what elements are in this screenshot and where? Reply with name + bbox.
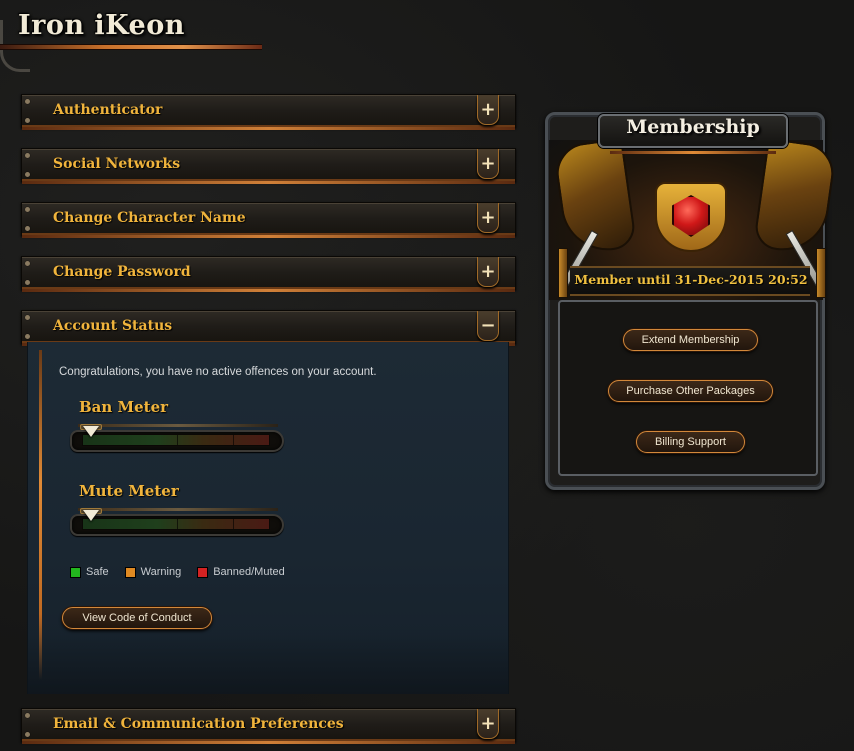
accordion-change-character-name[interactable]: Change Character Name + bbox=[21, 202, 516, 238]
expand-icon[interactable]: + bbox=[477, 149, 499, 179]
accordion-email-preferences[interactable]: Email & Communication Preferences + bbox=[21, 708, 516, 744]
meter-divider bbox=[177, 519, 178, 529]
expand-icon[interactable]: + bbox=[477, 709, 499, 739]
player-name-title: Iron iKeon bbox=[18, 10, 185, 41]
meter-divider bbox=[177, 435, 178, 445]
rivet-icon bbox=[25, 153, 30, 158]
accordion-label: Account Status bbox=[53, 318, 173, 334]
legend-item-banned: Banned/Muted bbox=[197, 566, 285, 578]
rivet-icon bbox=[25, 261, 30, 266]
view-code-of-conduct-button[interactable]: View Code of Conduct bbox=[62, 607, 212, 629]
status-message: Congratulations, you have no active offe… bbox=[59, 366, 377, 378]
rivet-icon bbox=[25, 172, 30, 177]
mute-meter-title: Mute Meter bbox=[79, 482, 179, 500]
meter-divider bbox=[233, 519, 234, 529]
meter-topline bbox=[78, 424, 278, 427]
meter-marker-icon bbox=[83, 510, 99, 521]
meter-marker-icon bbox=[83, 426, 99, 437]
accordion-account-status[interactable]: Account Status − bbox=[21, 310, 516, 346]
accordion-label: Change Character Name bbox=[53, 210, 246, 226]
accordion-change-password[interactable]: Change Password + bbox=[21, 256, 516, 292]
meter-track bbox=[82, 434, 270, 446]
rivet-icon bbox=[25, 280, 30, 285]
accordion-label: Authenticator bbox=[53, 102, 163, 118]
warning-swatch bbox=[124, 566, 136, 578]
legend-item-warning: Warning bbox=[124, 566, 182, 578]
expand-icon[interactable]: + bbox=[477, 95, 499, 125]
purchase-other-packages-button[interactable]: Purchase Other Packages bbox=[608, 380, 773, 402]
legend-label: Banned/Muted bbox=[213, 566, 285, 578]
rivet-icon bbox=[25, 334, 30, 339]
accordion-label: Email & Communication Preferences bbox=[53, 716, 344, 732]
frame-post bbox=[816, 248, 826, 298]
expand-icon[interactable]: + bbox=[477, 203, 499, 233]
legend-label: Safe bbox=[86, 566, 109, 578]
member-until-text: Member until 31-Dec-2015 20:52 bbox=[574, 272, 808, 287]
meter-legend: Safe Warning Banned/Muted bbox=[70, 566, 285, 578]
meter-topline bbox=[78, 508, 278, 511]
panel-rail bbox=[39, 350, 42, 680]
membership-title: Membership bbox=[626, 116, 760, 138]
rivet-icon bbox=[25, 226, 30, 231]
rivet-icon bbox=[25, 118, 30, 123]
safe-swatch bbox=[70, 566, 81, 578]
billing-support-button[interactable]: Billing Support bbox=[636, 431, 745, 453]
accordion-authenticator[interactable]: Authenticator + bbox=[21, 94, 516, 130]
header-banner: Iron iKeon bbox=[0, 0, 270, 72]
ban-meter-title: Ban Meter bbox=[79, 398, 169, 416]
expand-icon[interactable]: + bbox=[477, 257, 499, 287]
accordion-social-networks[interactable]: Social Networks + bbox=[21, 148, 516, 184]
rivet-icon bbox=[25, 732, 30, 737]
meter-track bbox=[82, 518, 270, 530]
rivet-icon bbox=[25, 99, 30, 104]
collapse-icon[interactable]: − bbox=[477, 311, 499, 341]
mute-meter bbox=[70, 508, 284, 540]
membership-title-underline bbox=[610, 151, 776, 154]
legend-label: Warning bbox=[140, 566, 182, 578]
banned-swatch bbox=[197, 566, 209, 578]
header-underline bbox=[0, 44, 262, 50]
legend-item-safe: Safe bbox=[70, 566, 109, 578]
rivet-icon bbox=[25, 315, 30, 320]
extend-membership-button[interactable]: Extend Membership bbox=[623, 329, 758, 351]
accordion-label: Change Password bbox=[53, 264, 191, 280]
accordion-label: Social Networks bbox=[53, 156, 181, 172]
meter-divider bbox=[233, 435, 234, 445]
ban-meter bbox=[70, 424, 284, 456]
rivet-icon bbox=[25, 713, 30, 718]
rivet-icon bbox=[25, 207, 30, 212]
